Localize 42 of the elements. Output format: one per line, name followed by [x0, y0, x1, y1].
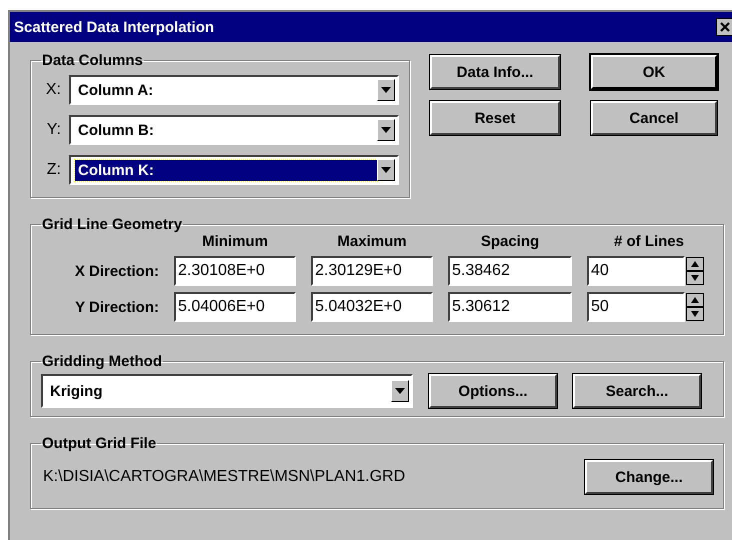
method-button[interactable]: Options...	[429, 374, 557, 408]
axis-label: Y:	[46, 121, 61, 139]
group-label: Output Grid File	[41, 435, 158, 452]
close-icon	[719, 21, 731, 33]
dialog-button[interactable]: Cancel	[591, 101, 717, 135]
dialog-button[interactable]: OK	[591, 55, 717, 89]
lines-field[interactable]: 50	[587, 292, 685, 322]
column-dropdown[interactable]: Column A:	[69, 75, 399, 105]
axis-label: Z:	[46, 161, 61, 179]
spin-buttons-icon[interactable]	[686, 257, 704, 285]
method-button[interactable]: Search...	[573, 374, 701, 408]
value-field[interactable]: 5.30612	[448, 292, 572, 322]
spin-buttons-icon[interactable]	[686, 293, 704, 321]
method-dropdown[interactable]: Kriging	[41, 374, 413, 408]
column-header: Maximum	[336, 233, 408, 250]
change-button[interactable]: Change...	[585, 460, 713, 494]
dropdown-value: Column A:	[77, 80, 154, 100]
dropdown-value: Column B:	[77, 120, 155, 140]
file-path: K:\DISIA\CARTOGRA\MESTRE\MSN\PLAN1.GRD	[43, 468, 406, 486]
value-field[interactable]: 5.38462	[448, 256, 572, 286]
dialog-button[interactable]: Data Info...	[430, 55, 560, 89]
value-field[interactable]: 2.30108E+0	[174, 256, 296, 286]
group-label: Grid Line Geometry	[41, 216, 184, 233]
group-label: Gridding Method	[41, 353, 163, 370]
column-header: # of Lines	[612, 233, 685, 250]
dialog-button[interactable]: Reset	[430, 101, 560, 135]
window-title: Scattered Data Interpolation	[14, 18, 214, 36]
value-field[interactable]: 5.04032E+0	[311, 292, 433, 322]
column-header: Spacing	[480, 233, 540, 250]
axis-label: X:	[44, 81, 61, 99]
column-dropdown[interactable]: Column B:	[69, 115, 399, 145]
dropdown-value: Kriging	[49, 382, 104, 402]
column-header: Minimum	[201, 233, 269, 250]
row-label: Y Direction:	[74, 298, 159, 316]
row-label: X Direction:	[74, 262, 159, 280]
close-button[interactable]	[716, 18, 732, 36]
column-dropdown[interactable]: Column K:	[69, 155, 399, 185]
value-field[interactable]: 5.04006E+0	[174, 292, 296, 322]
dropdown-value: Column K:	[75, 160, 377, 180]
lines-field[interactable]: 40	[587, 256, 685, 286]
group-label: Data Columns	[41, 52, 144, 69]
value-field[interactable]: 2.30129E+0	[311, 256, 433, 286]
